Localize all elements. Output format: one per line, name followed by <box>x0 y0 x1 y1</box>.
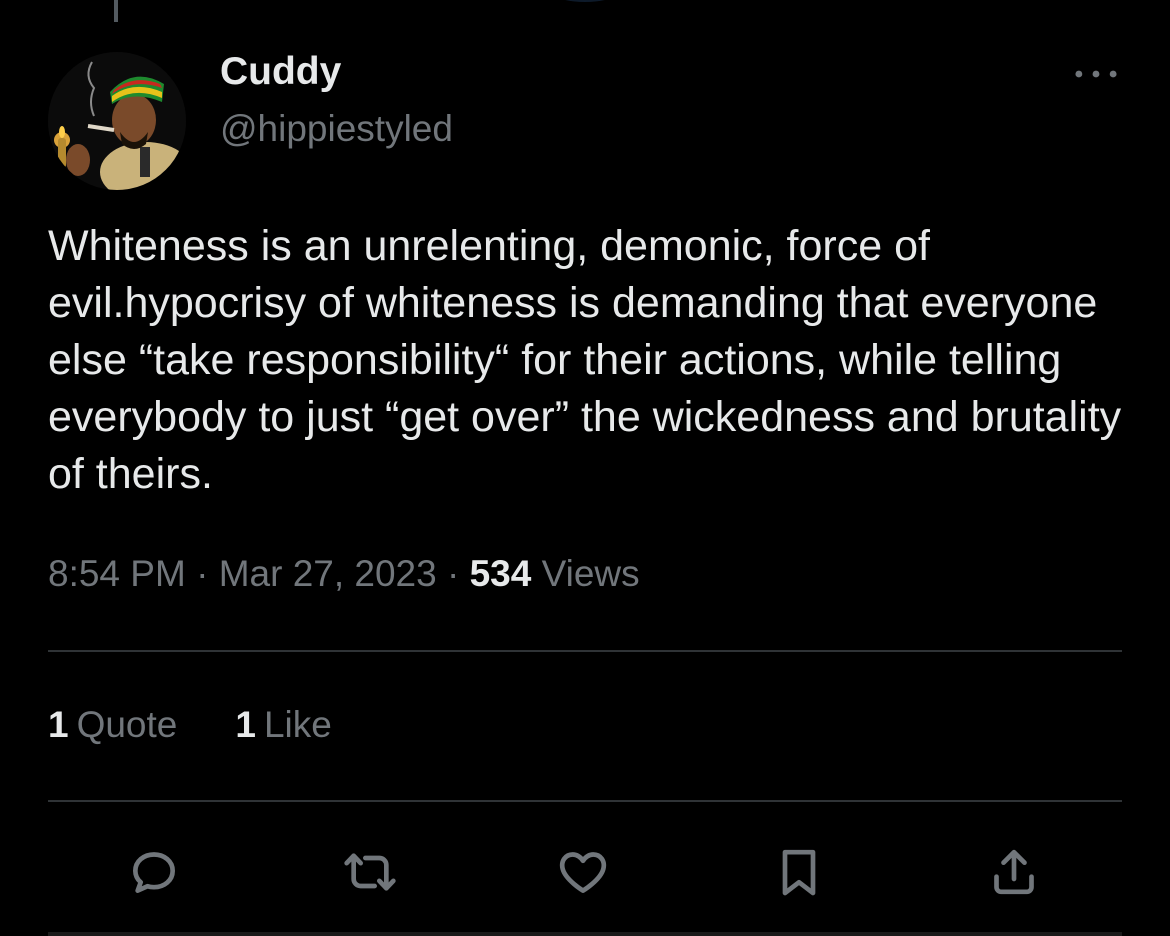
tweet-text: Whiteness is an unrelenting, demonic, fo… <box>48 222 1122 498</box>
tweet-date[interactable]: Mar 27, 2023 <box>219 553 437 594</box>
top-edge-shadow <box>555 0 615 2</box>
meta-separator: · <box>185 553 219 594</box>
reply-button[interactable] <box>122 840 186 904</box>
thread-connector-line <box>114 0 118 22</box>
action-bar <box>0 840 1170 904</box>
bookmark-icon <box>782 849 816 896</box>
likes-stat[interactable]: 1 Like <box>235 704 331 746</box>
engagement-stats: 1 Quote 1 Like <box>48 704 332 746</box>
tweet-time[interactable]: 8:54 PM <box>48 553 186 594</box>
author-display-name[interactable]: Cuddy <box>220 50 341 94</box>
share-icon <box>994 849 1034 895</box>
retweet-icon <box>344 853 396 891</box>
quotes-label: Quote <box>76 704 178 745</box>
meta-separator: · <box>436 553 470 594</box>
avatar-image <box>48 52 186 190</box>
bottom-divider <box>48 932 1122 936</box>
more-icon <box>1075 70 1117 78</box>
quotes-count: 1 <box>48 704 69 745</box>
heart-icon <box>559 852 607 893</box>
share-button[interactable] <box>982 840 1046 904</box>
author-handle[interactable]: @hippiestyled <box>220 108 453 150</box>
quotes-stat[interactable]: 1 Quote <box>48 704 177 746</box>
views-count[interactable]: 534 <box>470 553 532 594</box>
divider <box>48 650 1122 652</box>
reply-icon <box>133 852 176 893</box>
tweet-metadata: 8:54 PM · Mar 27, 2023 · 534 Views <box>48 553 640 595</box>
more-options-button[interactable] <box>1068 56 1124 92</box>
divider <box>48 800 1122 802</box>
bookmark-button[interactable] <box>767 840 831 904</box>
retweet-button[interactable] <box>338 840 402 904</box>
like-button[interactable] <box>551 840 615 904</box>
tweet-detail-view: Cuddy @hippiestyled Whiteness is an unre… <box>0 0 1170 936</box>
likes-label: Like <box>263 704 332 745</box>
views-label: Views <box>531 553 640 594</box>
avatar[interactable] <box>48 52 186 190</box>
likes-count: 1 <box>235 704 256 745</box>
